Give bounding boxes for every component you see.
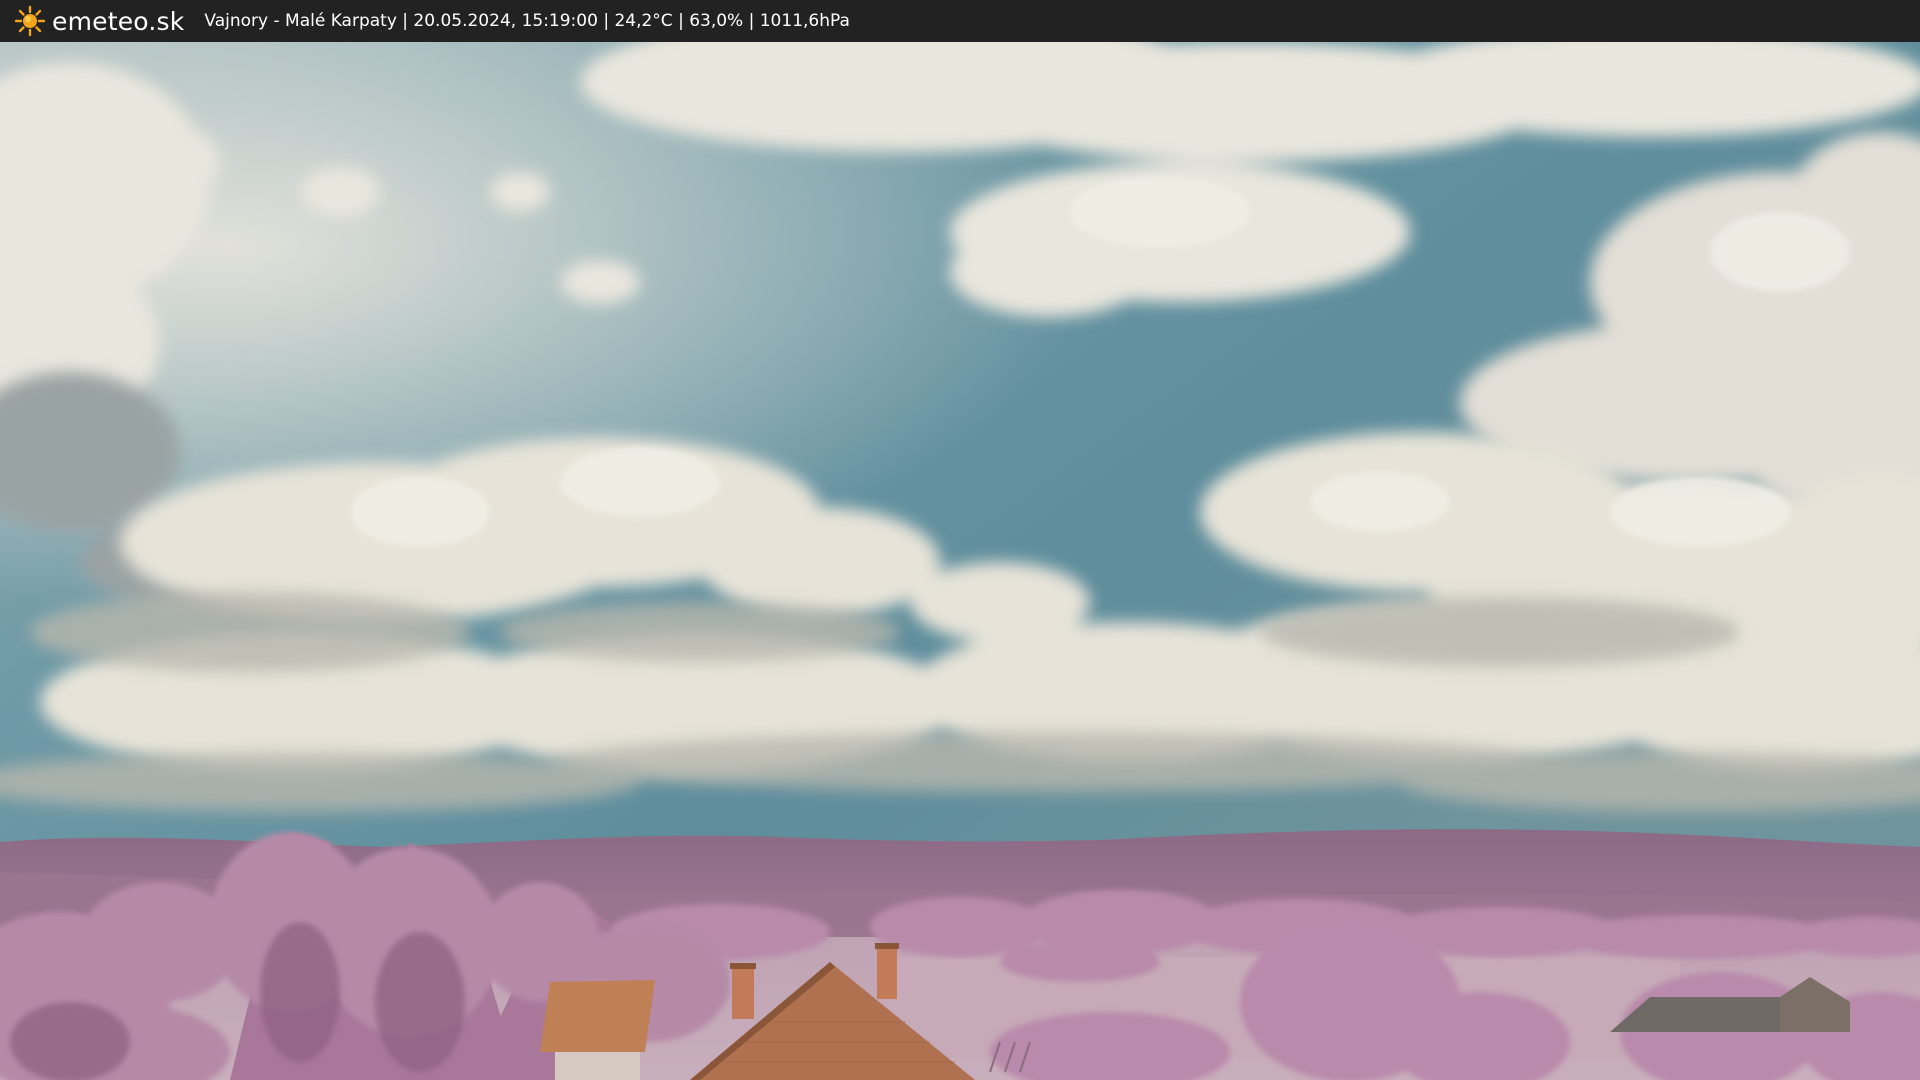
brand-logo[interactable]: emeteo.sk <box>14 5 184 37</box>
webcam-image <box>0 42 1920 1080</box>
brand-name: emeteo.sk <box>52 6 185 36</box>
sun-icon <box>14 5 46 37</box>
webcam-scene <box>0 42 1920 1080</box>
camera-info: Vajnory - Malé Karpaty | 20.05.2024, 15:… <box>204 11 850 31</box>
header-bar: emeteo.sk Vajnory - Malé Karpaty | 20.05… <box>0 0 1920 42</box>
